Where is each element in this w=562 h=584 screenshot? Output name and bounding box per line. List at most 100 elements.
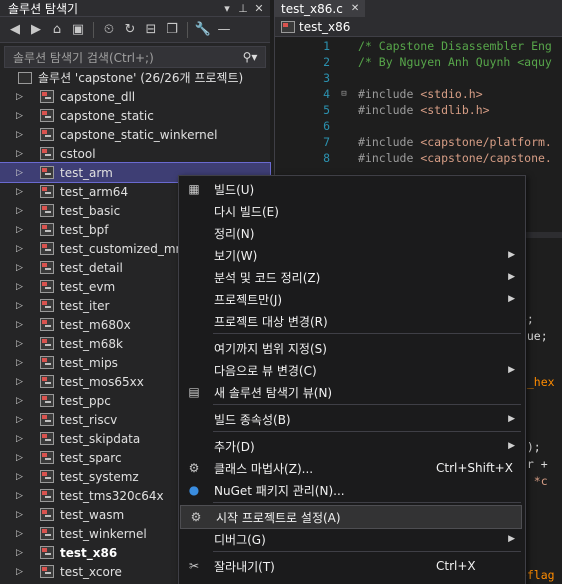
project-node[interactable]: ▷ cstool	[0, 144, 270, 163]
cpp-project-icon	[40, 394, 54, 407]
line-number: 5	[323, 103, 330, 117]
switch-views-icon[interactable]: ▣	[69, 21, 87, 39]
expand-arrow-icon[interactable]: ▷	[16, 168, 26, 178]
project-node[interactable]: ▷ capstone_dll	[0, 87, 270, 106]
expand-arrow-icon[interactable]: ▷	[16, 225, 26, 235]
context-menu-item[interactable]: 분석 및 코드 정리(Z) ▶	[179, 266, 525, 288]
expand-arrow-icon[interactable]: ▷	[16, 130, 26, 140]
editor-tabbar: test_x86.c ✕	[275, 0, 562, 17]
context-menu-item[interactable]: ▦ 빌드(U)	[179, 178, 525, 200]
expand-arrow-icon[interactable]: ▷	[16, 187, 26, 197]
project-dropdown[interactable]: test_x86	[275, 17, 562, 37]
cpp-project-icon	[40, 223, 54, 236]
expand-arrow-icon[interactable]: ▷	[16, 320, 26, 330]
home-icon[interactable]: ⌂	[48, 21, 66, 39]
code-line[interactable]: 3	[275, 70, 562, 86]
show-all-files-icon[interactable]: ❐	[163, 21, 181, 39]
expand-arrow-icon[interactable]: ▷	[16, 529, 26, 539]
expand-arrow-icon[interactable]: ▷	[16, 415, 26, 425]
expand-arrow-icon[interactable]: ▷	[16, 339, 26, 349]
build-icon: ▦	[188, 182, 200, 196]
expand-arrow-icon[interactable]: ▷	[16, 111, 26, 121]
project-label: test_skipdata	[60, 431, 141, 446]
expand-arrow-icon[interactable]: ▷	[16, 434, 26, 444]
expand-arrow-icon[interactable]: ▷	[16, 358, 26, 368]
window-position-dropdown-icon[interactable]: ▾	[220, 1, 234, 15]
code-line[interactable]: 8 #include <capstone/capstone.	[275, 150, 562, 166]
code-line[interactable]: 4 ⊟ #include <stdio.h>	[275, 86, 562, 102]
pin-icon[interactable]: ⊥	[236, 1, 250, 15]
properties-wrench-icon[interactable]: 🔧	[194, 21, 212, 39]
solution-explorer-search-input[interactable]: 솔루션 탐색기 검색(Ctrl+;) ⚲▾	[4, 46, 266, 68]
cpp-project-icon	[40, 261, 54, 274]
expand-arrow-icon[interactable]: ▷	[16, 453, 26, 463]
close-tab-icon[interactable]: ✕	[351, 3, 359, 14]
fold-toggle-icon[interactable]: ⊟	[330, 89, 358, 99]
expand-arrow-icon[interactable]: ▷	[16, 548, 26, 558]
project-label: cstool	[60, 146, 96, 161]
preview-icon[interactable]: —	[215, 21, 233, 39]
expand-arrow-icon[interactable]: ▷	[16, 396, 26, 406]
context-menu-item[interactable]: ● NuGet 패키지 관리(N)...	[179, 479, 525, 501]
context-menu-item[interactable]: 빌드 종속성(B) ▶	[179, 408, 525, 430]
project-label: test_detail	[60, 260, 123, 275]
context-menu-item[interactable]: 추가(D) ▶	[179, 435, 525, 457]
project-label: test_evm	[60, 279, 116, 294]
expand-arrow-icon[interactable]: ▷	[16, 149, 26, 159]
pending-changes-filter-icon[interactable]: ⏲	[100, 21, 118, 39]
solution-node[interactable]: 솔루션 'capstone' (26/26개 프로젝트)	[0, 68, 270, 87]
scissors-icon: ✂	[188, 559, 200, 573]
context-menu-item[interactable]: 다시 빌드(E)	[179, 200, 525, 222]
context-menu-item[interactable]: 디버그(G) ▶	[179, 528, 525, 550]
context-menu-item[interactable]: ✂ 잘라내기(T) Ctrl+X	[179, 555, 525, 577]
context-menu-item[interactable]: ⚙ 클래스 마법사(Z)... Ctrl+Shift+X	[179, 457, 525, 479]
project-label: test_mos65xx	[60, 374, 144, 389]
menu-item-label: 클래스 마법사(Z)...	[214, 461, 314, 476]
submenu-arrow-icon: ▶	[508, 250, 515, 260]
refresh-icon[interactable]: ↻	[121, 21, 139, 39]
new-view-icon: ▤	[188, 385, 200, 399]
expand-arrow-icon[interactable]: ▷	[16, 491, 26, 501]
code-line[interactable]: 5 #include <stdlib.h>	[275, 102, 562, 118]
code-line[interactable]: 7 #include <capstone/platform.	[275, 134, 562, 150]
code-line[interactable]: 2 /* By Nguyen Anh Quynh <aquy	[275, 54, 562, 70]
project-node[interactable]: ▷ capstone_static_winkernel	[0, 125, 270, 144]
forward-icon[interactable]: ▶	[27, 21, 45, 39]
expand-arrow-icon[interactable]: ▷	[16, 282, 26, 292]
expand-arrow-icon[interactable]: ▷	[16, 244, 26, 254]
close-icon[interactable]: ✕	[252, 1, 266, 15]
expand-arrow-icon[interactable]: ▷	[16, 92, 26, 102]
menu-item-label: 다음으로 뷰 변경(C)	[214, 363, 317, 378]
solution-explorer-title: 솔루션 탐색기	[8, 1, 79, 16]
expand-arrow-icon[interactable]: ▷	[16, 301, 26, 311]
context-menu-item[interactable]: 프로젝트만(J) ▶	[179, 288, 525, 310]
context-menu-item[interactable]: ▤ 새 솔루션 탐색기 뷰(N)	[179, 381, 525, 403]
code-line[interactable]: 6	[275, 118, 562, 134]
context-menu-item[interactable]: 다음으로 뷰 변경(C) ▶	[179, 359, 525, 381]
expand-arrow-icon[interactable]: ▷	[16, 263, 26, 273]
menu-item-label: 디버그(G)	[214, 532, 266, 547]
code-text: #include <capstone/platform.	[358, 135, 552, 149]
code-area[interactable]: 1 /* Capstone Disassembler Eng 2 /* By Nguy…	[275, 38, 562, 166]
menu-item-label: 프로젝트 대상 변경(R)	[214, 314, 328, 329]
code-line[interactable]: 1 /* Capstone Disassembler Eng	[275, 38, 562, 54]
context-menu-item[interactable]: 여기까지 범위 지정(S)	[179, 337, 525, 359]
back-icon[interactable]: ◀	[6, 21, 24, 39]
expand-arrow-icon[interactable]: ▷	[16, 567, 26, 577]
expand-arrow-icon[interactable]: ▷	[16, 472, 26, 482]
context-menu-item[interactable]: 정리(N)	[179, 222, 525, 244]
expand-arrow-icon[interactable]: ▷	[16, 206, 26, 216]
context-menu-item[interactable]: ⚙ 시작 프로젝트로 설정(A)	[180, 505, 522, 529]
context-menu-item[interactable]: 프로젝트 대상 변경(R)	[179, 310, 525, 332]
expand-arrow-icon[interactable]: ▷	[16, 510, 26, 520]
tab-test-x86-c[interactable]: test_x86.c ✕	[275, 0, 366, 17]
menu-item-label: NuGet 패키지 관리(N)...	[214, 483, 345, 498]
context-menu-item[interactable]: 보기(W) ▶	[179, 244, 525, 266]
code-text: /* By Nguyen Anh Quynh <aquy	[358, 55, 552, 69]
expand-arrow-icon[interactable]: ▷	[16, 377, 26, 387]
cpp-project-icon	[40, 451, 54, 464]
project-node[interactable]: ▷ capstone_static	[0, 106, 270, 125]
search-icon[interactable]: ⚲▾	[235, 50, 265, 64]
collapse-all-icon[interactable]: ⊟	[142, 21, 160, 39]
menu-shortcut: Ctrl+X	[436, 559, 476, 573]
